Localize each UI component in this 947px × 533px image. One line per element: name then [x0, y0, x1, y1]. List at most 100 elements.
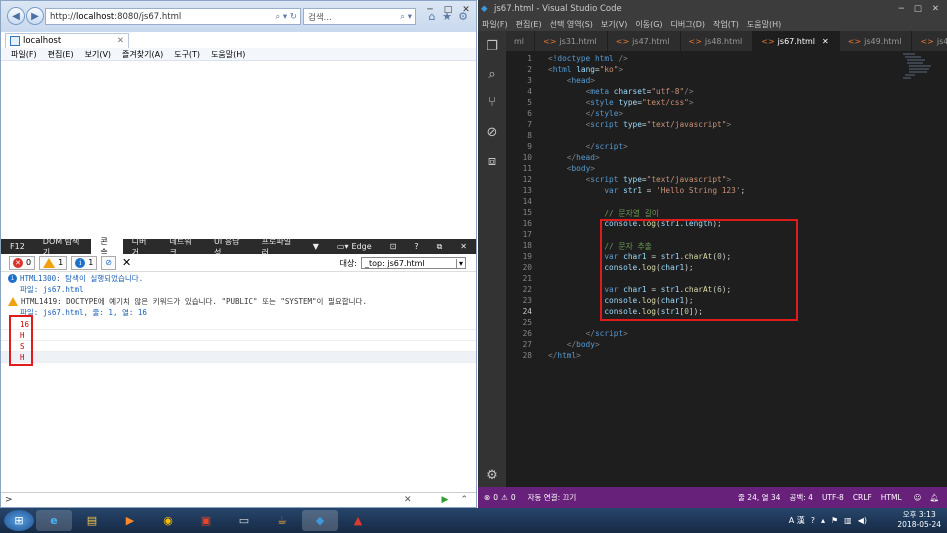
code-line: </body> [566, 340, 600, 349]
clear-console-icon[interactable]: ✕ [122, 256, 131, 269]
menu-edit[interactable]: 편집(E) [48, 49, 74, 60]
explorer-icon[interactable]: ❐ [485, 39, 499, 54]
tab-ui-responsiveness[interactable]: UI 응답성 [205, 237, 253, 257]
network-icon[interactable]: ▥ [844, 516, 852, 525]
menu-selection[interactable]: 선택 영역(S) [550, 19, 593, 30]
tab-console[interactable]: 콘솔 [91, 237, 123, 257]
address-bar[interactable]: http://localhost:8080/js67.html ⌕ ▾ ↻ [45, 8, 301, 25]
extensions-icon[interactable]: ⧈ [485, 154, 499, 169]
editor-tab[interactable]: <> js49.html [839, 31, 913, 51]
editor-tab[interactable]: <> js47.html [607, 31, 681, 51]
cursor-position[interactable]: 줄 24, 열 34 [738, 492, 780, 503]
undock-icon[interactable]: ⧉ [428, 239, 452, 254]
status-bar: ⊗ 0 ⚠ 0 자동 연결: 끄기 줄 24, 열 34 공백: 4 UTF-8 C… [478, 487, 947, 508]
flag-icon[interactable]: ⚑ [831, 516, 838, 525]
line-number: 8 [527, 131, 532, 140]
problems-indicator[interactable]: ⊗ 0 ⚠ 0 [484, 493, 516, 502]
minimap[interactable] [901, 52, 941, 82]
tab-close-icon[interactable]: ✕ [117, 36, 124, 46]
maximize-button[interactable]: □ [914, 4, 922, 14]
tab-profiler[interactable]: 프로파일러 [253, 237, 304, 257]
menu-file[interactable]: 파일(F) [11, 49, 37, 60]
search-dropdown-icon[interactable]: ⌕ ▾ ↻ [275, 12, 297, 22]
menu-debug[interactable]: 디버그(D) [671, 19, 705, 30]
language-mode[interactable]: HTML [881, 493, 902, 502]
line-number: 19 [522, 252, 532, 261]
message-file[interactable]: 파일: js67.html, 줄: 1, 열: 16 [1, 307, 476, 318]
ime-indicator[interactable]: A 漢 [789, 515, 805, 526]
menu-tasks[interactable]: 작업(T) [713, 19, 739, 30]
close-button[interactable]: ✕ [932, 4, 939, 14]
minimize-button[interactable]: ─ [899, 4, 904, 14]
debug-icon[interactable]: ⊘ [485, 125, 499, 140]
search-icon[interactable]: ⌕ [485, 67, 499, 82]
target-select[interactable]: _top: js67.html ▾ [361, 257, 466, 269]
file-explorer-icon[interactable]: ▤ [74, 510, 110, 531]
message-file-link[interactable]: 파일: js67.html [20, 284, 83, 295]
media-player-icon[interactable]: ▶ [112, 510, 148, 531]
source-control-icon[interactable]: ⑂ [485, 95, 499, 110]
smiley-feedback-icon[interactable]: ☺ [914, 493, 922, 502]
auto-attach-status[interactable]: 자동 연결: 끄기 [528, 492, 577, 503]
app-icon[interactable]: ▣ [188, 510, 224, 531]
help-icon[interactable]: ? [405, 239, 427, 254]
menu-edit[interactable]: 편집(E) [516, 19, 542, 30]
acrobat-icon[interactable]: ▲ [340, 510, 376, 531]
menu-view[interactable]: 보기(V) [601, 19, 627, 30]
encoding[interactable]: UTF-8 [822, 493, 844, 502]
tab-network[interactable]: 네트워크 [161, 237, 206, 257]
settings-gear-icon[interactable]: ⚙ [485, 468, 499, 483]
menu-go[interactable]: 이동(G) [635, 19, 662, 30]
editor-tab-active[interactable]: <> js67.html ✕ [753, 31, 840, 51]
tab-close-icon[interactable]: ✕ [822, 37, 829, 46]
start-button[interactable]: ⊞ [4, 510, 34, 531]
browser-tab[interactable]: localhost ✕ [5, 33, 129, 48]
menu-help[interactable]: 도움말(H) [747, 19, 781, 30]
editor-tab[interactable]: <> js31.html [535, 31, 608, 51]
chrome-icon[interactable]: ◉ [150, 510, 186, 531]
search-icon[interactable]: ⌕ ▾ [400, 12, 412, 22]
line-ending[interactable]: CRLF [853, 493, 872, 502]
forward-button[interactable]: ▶ [26, 7, 44, 25]
back-button[interactable]: ◀ [7, 7, 25, 25]
menu-view[interactable]: 보기(V) [85, 49, 111, 60]
menu-favorites[interactable]: 즐겨찾기(A) [122, 49, 163, 60]
tab-debugger[interactable]: 디버거 [123, 237, 161, 257]
more-tabs-icon[interactable]: ▼ [304, 239, 328, 254]
volume-icon[interactable]: ◀) [858, 516, 867, 525]
menu-file[interactable]: 파일(F) [482, 19, 508, 30]
editor-tab[interactable]: <> js48.html [680, 31, 754, 51]
devtools-close-icon[interactable]: ✕ [451, 239, 476, 254]
clear-input-icon[interactable]: ✕ [404, 495, 412, 505]
close-button[interactable]: ✕ [457, 1, 475, 18]
terminal-icon[interactable]: ▭ [226, 510, 262, 531]
search-input[interactable]: 검색... ⌕ ▾ [303, 8, 416, 25]
java-icon[interactable]: ☕ [264, 510, 300, 531]
maximize-button[interactable]: □ [439, 1, 457, 18]
expand-icon[interactable]: ⌃ [460, 495, 468, 505]
ie-taskbar-icon[interactable]: e [36, 510, 72, 531]
message-file-link[interactable]: 파일: js67.html, 줄: 1, 열: 16 [20, 307, 147, 318]
tab-dom-explorer[interactable]: DOM 탐색기 [34, 237, 92, 257]
console-input[interactable]: > ✕ ▶ ⌃ [1, 492, 476, 507]
menu-tools[interactable]: 도구(T) [174, 49, 200, 60]
vscode-taskbar-icon[interactable]: ◆ [302, 510, 338, 531]
emulation-mode[interactable]: ▭▾ Edge [328, 239, 381, 254]
indentation[interactable]: 공백: 4 [789, 492, 812, 503]
menu-help[interactable]: 도움말(H) [211, 49, 245, 60]
clock[interactable]: 오후 3:13 2018-05-24 [897, 510, 941, 530]
editor-tab[interactable]: ml [506, 31, 536, 51]
message-file[interactable]: 파일: js67.html [1, 284, 476, 295]
bell-icon[interactable]: 🔔︎ [929, 493, 939, 502]
clear-on-navigate-icon[interactable]: ⊘ [101, 255, 116, 270]
editor-tab[interactable]: <>js45 [912, 31, 947, 51]
tray-overflow-icon[interactable]: ▴ [821, 516, 825, 525]
info-filter[interactable]: i1 [71, 255, 98, 270]
warning-filter[interactable]: 1 [39, 255, 68, 270]
run-icon[interactable]: ▶ [442, 495, 449, 505]
minimize-button[interactable]: ─ [421, 1, 439, 18]
dock-icon[interactable]: ⊡ [381, 239, 406, 254]
error-filter[interactable]: ✕ 0 [9, 255, 36, 270]
help-icon[interactable]: ? [811, 516, 815, 525]
line-number: 28 [522, 351, 532, 360]
